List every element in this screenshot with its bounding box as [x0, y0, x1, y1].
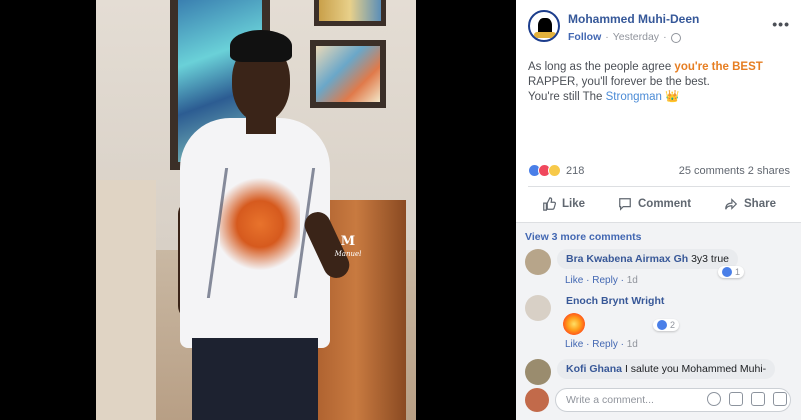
follow-button[interactable]: Follow [568, 31, 601, 43]
comment-actions: Like · Reply · 1d [565, 339, 638, 350]
reaction-count: 218 [566, 164, 585, 177]
explosion-sticker [563, 313, 585, 335]
author-name[interactable]: Mohammed Muhi-Deen [568, 12, 699, 26]
comment-text: 3y3 true [691, 253, 730, 265]
comment-likes-number: 2 [670, 320, 676, 330]
comment-like-link[interactable]: Like [565, 275, 583, 286]
like-label: Like [562, 198, 586, 210]
photo-watermark: M Manuel [334, 234, 362, 258]
post-text-part: You're still The [528, 91, 606, 103]
comment-bubble: Kofi Ghana I salute you Mohammed Muhi- [557, 359, 776, 379]
comment-likes-number: 1 [735, 267, 741, 277]
comment-like-link[interactable]: Like [565, 339, 583, 350]
commenter-avatar[interactable] [525, 249, 551, 275]
gif-icon[interactable] [751, 392, 765, 406]
comment-like-count[interactable]: 2 [653, 319, 680, 331]
post-text-part: RAPPER, you'll forever be the best. [528, 76, 710, 88]
commenter-avatar[interactable] [525, 359, 551, 385]
painting-frame [314, 0, 386, 26]
post-time[interactable]: Yesterday [613, 31, 659, 43]
comment-actions: Like · Reply · 1d [565, 275, 638, 286]
comment-input-placeholder: Write a comment... [566, 394, 654, 406]
divider [528, 186, 790, 187]
comment-bubble: Enoch Brynt Wright [557, 295, 673, 311]
author-avatar[interactable] [528, 10, 560, 42]
sticker-icon[interactable] [773, 392, 787, 406]
camera-icon[interactable] [729, 392, 743, 406]
current-user-avatar [525, 388, 549, 412]
comment-like-count[interactable]: 1 [718, 266, 745, 278]
shirt-graphic-lines [206, 168, 316, 298]
comment-text: I salute you Mohammed Muhi- [624, 363, 767, 375]
share-button[interactable]: Share [710, 192, 790, 216]
emoji-icon[interactable] [707, 392, 721, 406]
post-stats: 218 25 comments 2 shares [528, 164, 790, 180]
share-arrow-icon [725, 198, 738, 210]
comments-count[interactable]: 25 comments [679, 165, 745, 177]
photo-viewer: M Manuel Mohammed Muhi-Deen Follow · Yes… [0, 0, 801, 420]
share-label: Share [744, 198, 776, 210]
like-reaction-icon [722, 267, 732, 277]
post-text-part: As long as the people agree [528, 61, 675, 73]
like-reaction-icon [657, 320, 667, 330]
globe-icon [670, 33, 681, 43]
comment-bubble: Bra Kwabena Airmax Gh 3y3 true [557, 249, 739, 269]
post-meta: Follow · Yesterday · [568, 31, 681, 43]
comment-icon [619, 198, 631, 211]
person-jeans [192, 338, 318, 420]
comment-reply-link[interactable]: Reply [592, 275, 618, 286]
view-more-comments-link[interactable]: View 3 more comments [525, 231, 642, 243]
comment-time[interactable]: 1d [627, 339, 638, 350]
post-text: As long as the people agree you're the B… [528, 60, 790, 105]
reactions-summary[interactable]: 218 [528, 164, 584, 177]
meta-separator: · [663, 31, 667, 43]
post-actions: Like Comment Share [528, 192, 790, 216]
post-header: Mohammed Muhi-Deen Follow · Yesterday · … [528, 10, 790, 46]
crown-emoji: 👑 [665, 91, 680, 103]
comment-button[interactable]: Comment [604, 192, 705, 216]
commenter-name[interactable]: Enoch Brynt Wright [566, 295, 664, 307]
comment-share-counts: 25 comments 2 shares [679, 165, 790, 177]
comment-reply-link[interactable]: Reply [592, 339, 618, 350]
like-button[interactable]: Like [528, 192, 599, 216]
post-side-panel: Mohammed Muhi-Deen Follow · Yesterday · … [516, 0, 801, 420]
write-comment-box: Write a comment... [525, 388, 795, 414]
commenter-name[interactable]: Bra Kwabena Airmax Gh [566, 253, 688, 265]
haha-reaction-icon [548, 164, 561, 177]
post-text-link[interactable]: Strongman [606, 91, 662, 103]
comment-label: Comment [638, 198, 692, 210]
meta-separator: · [605, 31, 609, 43]
commenter-avatar[interactable] [525, 295, 551, 321]
post-photo[interactable]: M Manuel [96, 0, 416, 420]
post-text-highlight: you're the BEST [674, 61, 763, 73]
photo-door [96, 180, 156, 420]
thumbs-up-icon [543, 197, 556, 211]
comment-time[interactable]: 1d [627, 275, 638, 286]
more-options-button[interactable]: ••• [772, 16, 790, 32]
commenter-name[interactable]: Kofi Ghana [566, 363, 622, 375]
comment-input-icons [707, 392, 787, 406]
person-hair [230, 30, 292, 62]
shares-count[interactable]: 2 shares [748, 165, 790, 177]
painting-frame [310, 40, 386, 108]
